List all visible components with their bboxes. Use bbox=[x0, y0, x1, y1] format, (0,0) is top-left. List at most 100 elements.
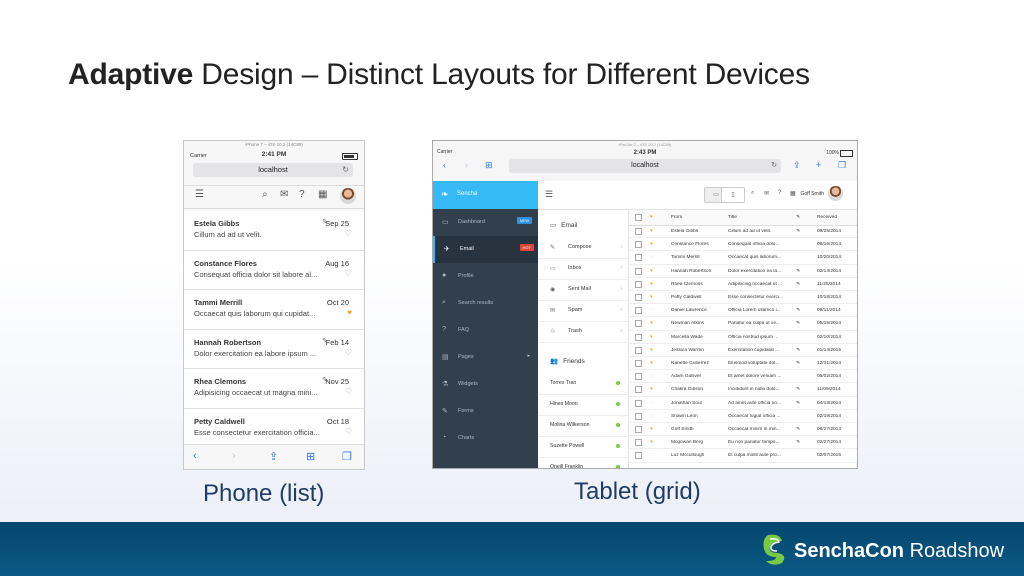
help-icon[interactable]: ? bbox=[778, 190, 781, 196]
row-checkbox[interactable] bbox=[635, 307, 642, 315]
column-received[interactable]: Received bbox=[817, 215, 857, 220]
sidebar-item-profile[interactable]: ● Profile bbox=[433, 263, 538, 290]
row-checkbox[interactable] bbox=[635, 228, 642, 235]
table-row[interactable]: ♥ Newman Atkins Pariatur ea culpa ut ve...… bbox=[629, 318, 857, 331]
mobile-view-button[interactable]: ▯ bbox=[721, 187, 745, 203]
tablet-address-bar[interactable]: localhost ↻ bbox=[509, 159, 781, 173]
favorite-icon[interactable]: ♡ bbox=[345, 387, 352, 396]
table-row[interactable]: ♥ Hannah Robertson Dolor exercitation ea l… bbox=[629, 266, 857, 278]
menu-icon[interactable]: ☰ bbox=[545, 189, 553, 200]
friend-item[interactable]: Molina Wilkerson bbox=[538, 415, 628, 437]
email-menu-item-compose[interactable]: ✎ Compose › bbox=[538, 237, 628, 259]
favorite-icon[interactable]: ♡ bbox=[650, 255, 654, 260]
favorite-icon[interactable]: ♥ bbox=[650, 440, 653, 445]
row-checkbox[interactable] bbox=[635, 241, 642, 249]
phone-address-bar[interactable]: localhost ↻ bbox=[193, 163, 353, 177]
row-checkbox[interactable] bbox=[635, 373, 642, 381]
share-icon[interactable]: ⇪ bbox=[793, 160, 801, 171]
favorite-icon[interactable]: ♡ bbox=[650, 308, 654, 313]
favorite-icon[interactable]: ♥ bbox=[650, 348, 653, 353]
friend-item[interactable]: Oneill Franklin bbox=[538, 457, 628, 468]
favorite-icon[interactable]: ♡ bbox=[345, 269, 352, 278]
reload-icon[interactable]: ↻ bbox=[342, 163, 349, 177]
favorite-icon[interactable]: ♥ bbox=[347, 308, 352, 317]
table-row[interactable]: ♡ Tammi Merrill Occaecat quis laborum... 10… bbox=[629, 252, 857, 265]
email-menu-item-trash[interactable]: ♲ Trash › bbox=[538, 321, 628, 343]
back-icon[interactable]: ‹ bbox=[193, 450, 197, 462]
table-row[interactable]: ♥ Petty Caldwell Esse consectetur exerci..… bbox=[629, 292, 857, 305]
mail-icon[interactable]: ✉ bbox=[764, 190, 769, 197]
sidebar-item-search-results[interactable]: ⌕ Search results bbox=[433, 290, 538, 317]
favorite-icon[interactable]: ♥ bbox=[650, 282, 653, 287]
help-icon[interactable]: ? bbox=[299, 189, 305, 200]
table-row[interactable]: ♥ Jessica Warren Exercitation cupidatat ..… bbox=[629, 345, 857, 357]
friend-item[interactable]: Suzette Powell bbox=[538, 436, 628, 458]
favorite-icon[interactable]: ♥ bbox=[650, 295, 653, 300]
row-checkbox[interactable] bbox=[635, 333, 642, 341]
new-tab-icon[interactable]: + bbox=[816, 160, 821, 170]
search-icon[interactable]: ⌕ bbox=[751, 190, 754, 197]
sidebar-item-widgets[interactable]: ⚗ Widgets bbox=[433, 371, 538, 398]
tabs-icon[interactable]: ❐ bbox=[342, 450, 352, 463]
search-icon[interactable]: ⌕ bbox=[262, 189, 268, 200]
favorite-icon[interactable]: ♥ bbox=[650, 361, 653, 366]
row-checkbox[interactable] bbox=[635, 452, 642, 460]
menu-icon[interactable]: ☰ bbox=[195, 189, 204, 200]
email-menu-item-sent-mail[interactable]: ◉ Sent Mail › bbox=[538, 279, 628, 301]
sidebar-item-charts[interactable]: ◔ Charts bbox=[433, 425, 538, 452]
row-checkbox[interactable] bbox=[635, 386, 642, 394]
column-title[interactable]: Title bbox=[728, 215, 788, 220]
row-checkbox[interactable] bbox=[635, 346, 642, 354]
row-checkbox[interactable] bbox=[635, 399, 642, 407]
row-checkbox[interactable] bbox=[635, 360, 642, 367]
back-icon[interactable]: ‹ bbox=[443, 160, 446, 170]
favorite-icon[interactable]: ♡ bbox=[345, 427, 352, 436]
grid-icon[interactable]: ▦ bbox=[318, 189, 327, 200]
friend-item[interactable]: Hines Moon bbox=[538, 394, 628, 416]
favorite-icon[interactable]: ♥ bbox=[650, 269, 653, 274]
share-icon[interactable]: ⇪ bbox=[269, 450, 278, 463]
favorite-icon[interactable]: ♥ bbox=[650, 242, 653, 247]
email-menu-item-inbox[interactable]: ▭ Inbox › bbox=[538, 258, 628, 280]
sidebar-item-pages[interactable]: ▤ Pages ▸ bbox=[433, 344, 538, 371]
forward-icon[interactable]: › bbox=[232, 450, 236, 462]
table-row[interactable]: ♡ Luz Mccullough Et culpa mollit aute pro.… bbox=[629, 450, 857, 463]
sidebar-item-forms[interactable]: ✎ Forms bbox=[433, 398, 538, 425]
list-item[interactable]: Constance Flores Aug 16 Consequat officia … bbox=[184, 250, 364, 290]
table-row[interactable]: ♥ Mcgowan Berg Eu non pariatur tempo... ✎ 02… bbox=[629, 437, 857, 450]
row-checkbox[interactable] bbox=[635, 294, 642, 301]
table-row[interactable]: ♡ Daniel Lawrence Officia Lorem ullamco i.… bbox=[629, 305, 857, 318]
column-from[interactable]: From bbox=[671, 215, 727, 220]
table-row[interactable]: ♥ Marcella Wade Officia nostrud ipsum ... 0… bbox=[629, 332, 857, 344]
table-row[interactable]: ♥ Nanette Gutierrez Eiusmod voluptate dol.… bbox=[629, 358, 857, 371]
favorite-icon[interactable]: ♥ bbox=[650, 229, 653, 234]
favorite-icon[interactable]: ♥ bbox=[650, 321, 653, 326]
table-row[interactable]: ♥ Rhea Clemons Adipisicing occaecat ut ...… bbox=[629, 279, 857, 291]
select-all-checkbox[interactable] bbox=[635, 214, 642, 221]
user-name[interactable]: Goff Smith bbox=[800, 191, 824, 197]
sidebar-item-email[interactable]: ✈ Email HOT bbox=[433, 236, 540, 263]
table-row[interactable]: ♡ Adam Gulliver Et amet dolore veniam ... 0… bbox=[629, 371, 857, 384]
table-row[interactable]: ♥ Estela Gibbs Cillum ad ad ut velit. ✎ 09/2… bbox=[629, 226, 857, 239]
row-checkbox[interactable] bbox=[635, 412, 642, 420]
bookmarks-icon[interactable]: ⊞ bbox=[485, 160, 493, 171]
avatar[interactable] bbox=[340, 188, 356, 204]
favorite-icon[interactable]: ♥ bbox=[650, 427, 653, 432]
sidebar-item-dashboard[interactable]: ▭ Dashboard NEW bbox=[433, 209, 538, 236]
list-item[interactable]: Rhea Clemons Nov 25 Adipisicing occaecat u… bbox=[184, 369, 364, 409]
list-item[interactable]: Tammi Merrill Oct 20 Occaecat quis laborum… bbox=[184, 290, 364, 330]
row-checkbox[interactable] bbox=[635, 320, 642, 328]
favorite-icon[interactable]: ♡ bbox=[345, 229, 352, 238]
row-checkbox[interactable] bbox=[635, 439, 642, 447]
table-row[interactable]: ♥ Constance Flores Consequat officia dolo.… bbox=[629, 239, 857, 252]
favorite-icon[interactable]: ♡ bbox=[650, 453, 654, 458]
row-checkbox[interactable] bbox=[635, 280, 642, 288]
sidebar-item-faq[interactable]: ? FAQ bbox=[433, 317, 538, 344]
list-item[interactable]: Hannah Robertson Feb 14 Dolor exercitation… bbox=[184, 329, 364, 369]
reload-icon[interactable]: ↻ bbox=[771, 159, 777, 173]
list-item[interactable]: Petty Caldwell Oct 18 Esse consectetur exe… bbox=[184, 408, 364, 448]
favorite-column-icon[interactable]: ♥ bbox=[650, 215, 653, 220]
favorite-icon[interactable]: ♡ bbox=[650, 414, 654, 419]
favorite-icon[interactable]: ♡ bbox=[650, 374, 654, 379]
tabs-icon[interactable]: ❐ bbox=[838, 160, 846, 171]
